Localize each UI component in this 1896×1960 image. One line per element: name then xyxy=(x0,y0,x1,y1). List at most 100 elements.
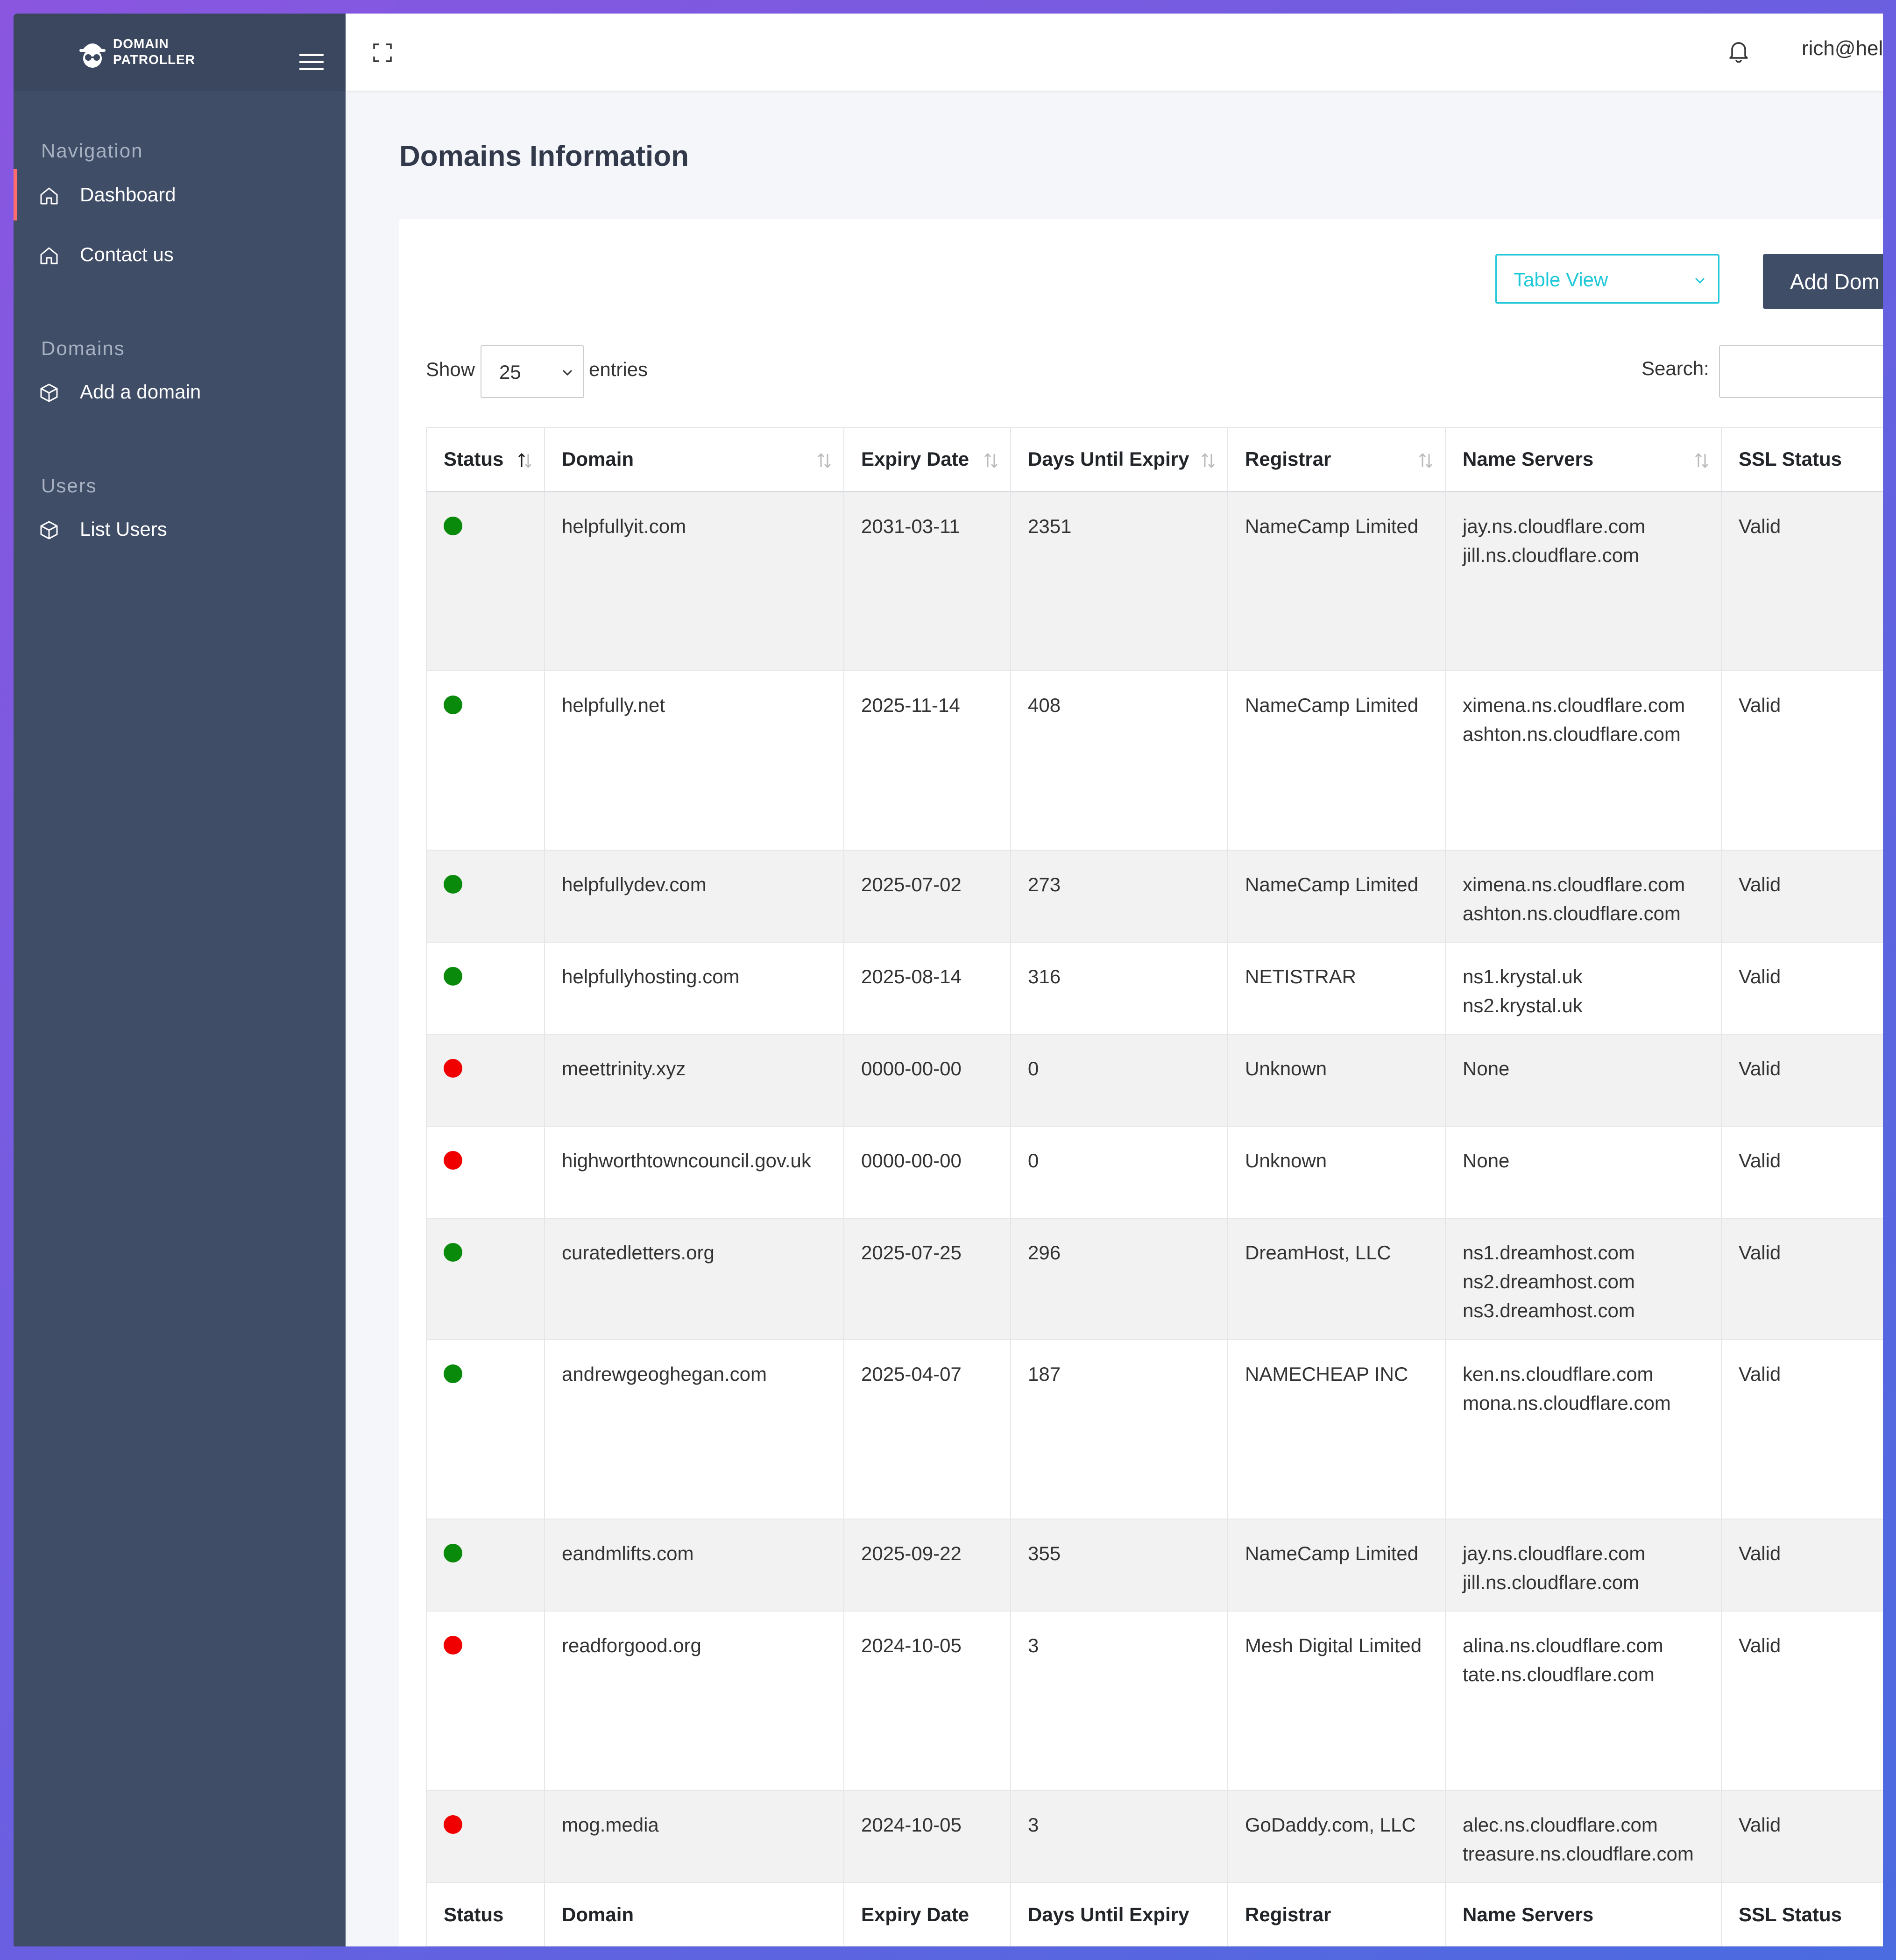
cell-registrar: DreamHost, LLC xyxy=(1227,1218,1446,1340)
table-row[interactable]: helpfullyhosting.com 2025-08-14 316 NETISTR… xyxy=(426,942,1883,1035)
view-select[interactable]: Table View xyxy=(1495,254,1719,304)
cell-status xyxy=(426,670,545,851)
column-footer-registrar: Registrar xyxy=(1227,1882,1446,1946)
table-row[interactable]: meettrinity.xyz 0000-00-00 0 Unknown None Val… xyxy=(426,1034,1883,1127)
cell-registrar: Unknown xyxy=(1227,1126,1446,1219)
cell-domain: mog.media xyxy=(544,1790,844,1883)
column-header-domain[interactable]: Domain xyxy=(544,427,844,492)
column-footer-days-until-expiry: Days Until Expiry xyxy=(1010,1882,1228,1946)
column-footer-name-servers: Name Servers xyxy=(1445,1882,1722,1946)
brand-line1: DOMAIN xyxy=(113,36,169,51)
cell-ssl-status: Valid xyxy=(1721,942,1883,1035)
entries-select[interactable]: 25 xyxy=(481,345,584,398)
column-header-label: Status xyxy=(444,448,504,470)
cell-name-servers: alec.ns.cloudflare.com treasure.ns.cloudf… xyxy=(1445,1790,1722,1883)
status-dot xyxy=(444,1059,462,1078)
sidebar-item-add-domain[interactable]: Add a domain xyxy=(14,366,346,418)
search-label: Search: xyxy=(1641,357,1709,379)
home-icon xyxy=(40,187,58,205)
brand-bar: DOMAIN PATROLLER xyxy=(14,14,346,91)
cell-ssl-status: Valid xyxy=(1721,491,1883,671)
column-header-name-servers[interactable]: Name Servers xyxy=(1445,427,1722,492)
name-server: ximena.ns.cloudflare.com xyxy=(1463,694,1685,716)
cell-registrar: Unknown xyxy=(1227,1034,1446,1127)
page-title: Domains Information xyxy=(399,140,689,172)
hamburger-menu-icon[interactable] xyxy=(299,53,324,71)
cell-domain: helpfullydev.com xyxy=(544,850,844,943)
status-dot xyxy=(444,696,462,714)
cell-name-servers: ximena.ns.cloudflare.com ashton.ns.cloudf… xyxy=(1445,850,1722,943)
brand-name: DOMAIN PATROLLER xyxy=(113,36,195,68)
table-row[interactable]: readforgood.org 2024-10-05 3 Mesh Digital L… xyxy=(426,1611,1883,1791)
user-email[interactable]: rich@hel xyxy=(1802,37,1883,60)
table-row[interactable]: andrewgeoghegan.com 2025-04-07 187 NAMECHEA… xyxy=(426,1339,1883,1520)
sidebar-item-label: Add a domain xyxy=(80,381,201,403)
column-header-days-until-expiry[interactable]: Days Until Expiry xyxy=(1010,427,1228,492)
cell-expiry-date: 2024-10-05 xyxy=(843,1790,1011,1883)
cell-domain: curatedletters.org xyxy=(544,1218,844,1340)
column-header-label: Expiry Date xyxy=(861,448,969,470)
cell-ssl-status: Valid xyxy=(1721,1611,1883,1791)
status-dot xyxy=(444,1544,462,1562)
name-server: jay.ns.cloudflare.com xyxy=(1463,1542,1646,1564)
sidebar-item-label: Dashboard xyxy=(80,184,176,206)
cell-name-servers: None xyxy=(1445,1034,1722,1127)
table-row[interactable]: helpfully.net 2025-11-14 408 NameCamp Limit… xyxy=(426,670,1883,851)
sidebar-item-list-users[interactable]: List Users xyxy=(14,504,346,555)
cell-status xyxy=(426,1126,545,1219)
column-header-status[interactable]: Status xyxy=(426,427,545,492)
cell-ssl-status: Valid xyxy=(1721,1034,1883,1127)
cell-status xyxy=(426,1519,545,1612)
sort-icon xyxy=(1695,453,1709,469)
status-dot xyxy=(444,1243,462,1262)
column-header-expiry-date[interactable]: Expiry Date xyxy=(843,427,1011,492)
nav-caption-domains: Domains xyxy=(41,337,125,359)
column-header-label: Name Servers xyxy=(1463,448,1594,470)
table-row[interactable]: helpfullydev.com 2025-07-02 273 NameCamp Li… xyxy=(426,850,1883,943)
box-icon xyxy=(40,383,58,402)
table-row[interactable]: mog.media 2024-10-05 3 GoDaddy.com, LLC alec… xyxy=(426,1790,1883,1883)
name-server: ns1.dreamhost.com xyxy=(1463,1242,1635,1264)
fullscreen-icon[interactable] xyxy=(372,43,393,63)
table-row[interactable]: helpfullyit.com 2031-03-11 2351 NameCamp Li… xyxy=(426,491,1883,671)
bell-icon[interactable] xyxy=(1728,39,1749,63)
column-header-label: Days Until Expiry xyxy=(1028,448,1189,470)
status-dot xyxy=(444,1636,462,1655)
cell-status xyxy=(426,850,545,943)
column-footer-expiry-date: Expiry Date xyxy=(843,1882,1011,1946)
search-input[interactable] xyxy=(1719,345,1883,398)
sidebar-item-label: List Users xyxy=(80,518,167,540)
sidebar-item-contact-us[interactable]: Contact us xyxy=(14,229,346,280)
cell-registrar: NETISTRAR xyxy=(1227,942,1446,1035)
status-dot xyxy=(444,1364,462,1383)
column-header-label: SSL Status xyxy=(1739,448,1842,470)
cell-days-until-expiry: 408 xyxy=(1010,670,1228,851)
table-row[interactable]: curatedletters.org 2025-07-25 296 DreamHost… xyxy=(426,1218,1883,1340)
cell-days-until-expiry: 3 xyxy=(1010,1790,1228,1883)
column-header-registrar[interactable]: Registrar xyxy=(1227,427,1446,492)
cell-expiry-date: 2031-03-11 xyxy=(843,491,1011,671)
sort-icon xyxy=(984,453,998,469)
column-header-ssl-status[interactable]: SSL Status xyxy=(1721,427,1883,492)
top-bar: rich@hel xyxy=(346,14,1883,91)
sidebar-item-dashboard[interactable]: Dashboard xyxy=(14,169,346,220)
cell-registrar: NameCamp Limited xyxy=(1227,850,1446,943)
table-row[interactable]: highworthtowncouncil.gov.uk 0000-00-00 0 Un… xyxy=(426,1126,1883,1219)
sidebar-item-label: Contact us xyxy=(80,243,174,265)
table-footer-row: Status Domain Expiry Date Days Until Exp… xyxy=(426,1882,1883,1946)
name-server: jay.ns.cloudflare.com xyxy=(1463,515,1646,537)
status-dot xyxy=(444,875,462,894)
cell-name-servers: ns1.krystal.uk ns2.krystal.uk xyxy=(1445,942,1722,1035)
sort-icon xyxy=(1201,453,1215,469)
cell-days-until-expiry: 0 xyxy=(1010,1034,1228,1127)
add-domain-button[interactable]: Add Dom xyxy=(1763,254,1883,309)
cell-expiry-date: 2025-08-14 xyxy=(843,942,1011,1035)
brand-line2: PATROLLER xyxy=(113,52,195,67)
name-server: alina.ns.cloudflare.com xyxy=(1463,1634,1663,1656)
table-row[interactable]: eandmlifts.com 2025-09-22 355 NameCamp Limi… xyxy=(426,1519,1883,1612)
domains-card: Table View Add Dom Show 25 entries Searc… xyxy=(399,219,1883,1946)
name-server: alec.ns.cloudflare.com xyxy=(1463,1814,1658,1836)
cell-days-until-expiry: 187 xyxy=(1010,1339,1228,1520)
cell-name-servers: jay.ns.cloudflare.com jill.ns.cloudflare.… xyxy=(1445,1519,1722,1612)
column-header-label: Registrar xyxy=(1245,448,1331,470)
